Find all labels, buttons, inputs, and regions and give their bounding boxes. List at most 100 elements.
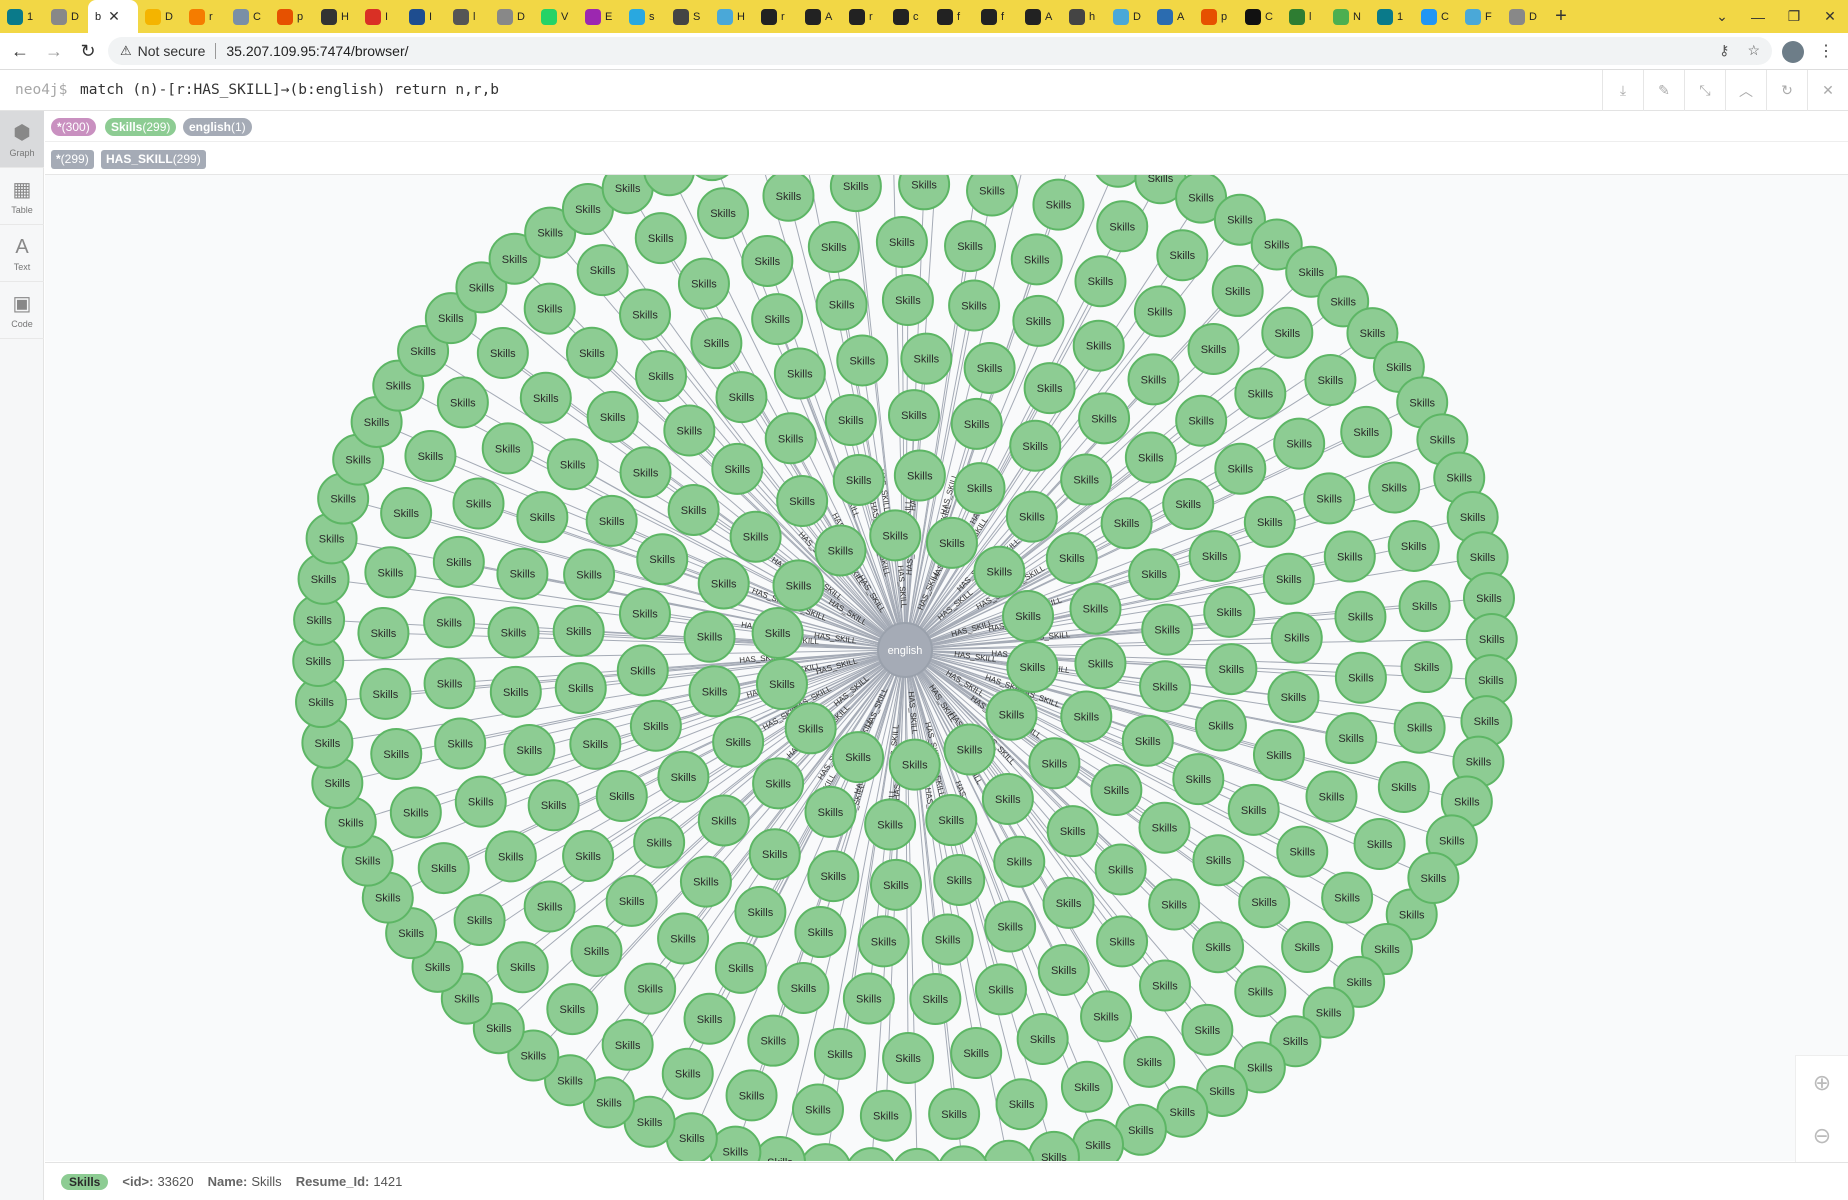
inspector-status-bar: Skills <id>: 33620 Name: Skills Resume_Id:…: [45, 1162, 1848, 1200]
browser-tab[interactable]: f: [930, 0, 974, 33]
skills-node[interactable]: [983, 1139, 1035, 1161]
sidebar-item-table[interactable]: ▦ Table: [0, 168, 44, 225]
skills-node-label: Skills: [338, 817, 364, 829]
query-editor[interactable]: neo4j$ match (n)-[r:HAS_SKILL]→(b:englis…: [0, 70, 1848, 111]
skills-node[interactable]: [846, 1147, 896, 1161]
rerun-icon[interactable]: ↻: [1766, 70, 1807, 111]
browser-tab[interactable]: r: [842, 0, 886, 33]
skills-node-label: Skills: [1241, 805, 1267, 817]
browser-tab[interactable]: A: [1150, 0, 1194, 33]
label-pill-name: Skills: [111, 120, 143, 134]
skills-node-label: Skills: [1056, 898, 1082, 910]
browser-tab[interactable]: f: [974, 0, 1018, 33]
collapse-icon[interactable]: ︿: [1725, 70, 1766, 111]
skills-node-label: Skills: [1015, 611, 1041, 623]
skills-node-label: Skills: [1266, 750, 1292, 762]
sidebar-item-graph[interactable]: ⬢ Graph: [0, 111, 44, 168]
skills-node-label: Skills: [315, 738, 341, 750]
browser-tab[interactable]: D: [1502, 0, 1546, 33]
skills-node-label: Skills: [786, 580, 812, 592]
label-pill[interactable]: *(300): [51, 118, 96, 136]
browser-tab[interactable]: A: [1018, 0, 1062, 33]
browser-tab[interactable]: l: [1282, 0, 1326, 33]
browser-tab[interactable]: C: [226, 0, 270, 33]
relationship-pill[interactable]: HAS_SKILL(299): [101, 150, 206, 169]
skills-node[interactable]: [800, 1143, 851, 1161]
skills-node[interactable]: [892, 1147, 942, 1161]
label-pill-count: (300): [61, 120, 90, 134]
browser-tab[interactable]: D: [44, 0, 88, 33]
key-icon[interactable]: ⚷: [1719, 42, 1729, 59]
fullscreen-icon[interactable]: ⤡: [1684, 70, 1725, 111]
browser-menu-icon[interactable]: ⋮: [1818, 41, 1834, 61]
browser-tab[interactable]: F: [1458, 0, 1502, 33]
new-tab-button[interactable]: +: [1546, 5, 1576, 28]
skills-node-label: Skills: [311, 574, 337, 586]
browser-tab[interactable]: l: [446, 0, 490, 33]
browser-tab[interactable]: V: [534, 0, 578, 33]
skills-node-label: Skills: [1479, 634, 1505, 646]
bookmark-star-icon[interactable]: ☆: [1747, 42, 1760, 59]
browser-tab[interactable]: C: [1414, 0, 1458, 33]
browser-tab[interactable]: c: [886, 0, 930, 33]
browser-tab[interactable]: r: [754, 0, 798, 33]
minimize-icon[interactable]: —: [1740, 9, 1776, 25]
skills-node-label: Skills: [728, 963, 754, 975]
browser-tab[interactable]: I: [402, 0, 446, 33]
tab-favicon-icon: [585, 8, 601, 25]
label-pill[interactable]: Skills(299): [105, 118, 177, 136]
browser-tab[interactable]: S: [666, 0, 710, 33]
skills-node-label: Skills: [1051, 965, 1077, 977]
label-pill[interactable]: english(1): [183, 118, 252, 136]
skills-node-label: Skills: [964, 419, 990, 431]
skills-node-label: Skills: [778, 433, 804, 445]
browser-tab[interactable]: I: [358, 0, 402, 33]
close-frame-icon[interactable]: ✕: [1807, 70, 1848, 111]
skills-node-label: Skills: [895, 295, 921, 307]
selected-label-pill[interactable]: Skills: [61, 1173, 109, 1190]
browser-tab[interactable]: E: [578, 0, 622, 33]
browser-tab[interactable]: 1: [1370, 0, 1414, 33]
back-icon[interactable]: ←: [6, 41, 34, 62]
browser-tab[interactable]: A: [798, 0, 842, 33]
pin-icon[interactable]: ✎: [1643, 70, 1684, 111]
tab-favicon-icon: [497, 8, 513, 25]
tab-search-icon[interactable]: ⌄: [1704, 8, 1740, 25]
url-input[interactable]: ⚠ Not secure 35.207.109.95:7474/browser/…: [108, 37, 1772, 65]
skills-node-label: Skills: [486, 1023, 512, 1035]
skills-node[interactable]: [938, 1145, 988, 1161]
relationship-pill[interactable]: *(299): [51, 150, 94, 169]
close-window-icon[interactable]: ✕: [1812, 8, 1848, 25]
graph-visualization[interactable]: HAS_SKILLHAS_SKILLHAS_SKILLHAS_SKILLHAS_…: [45, 175, 1848, 1161]
browser-tab[interactable]: D: [1106, 0, 1150, 33]
browser-tab[interactable]: p: [270, 0, 314, 33]
reload-icon[interactable]: ↻: [74, 41, 102, 62]
forward-icon[interactable]: →: [40, 41, 68, 62]
url-separator: [215, 43, 217, 59]
browser-tab[interactable]: s: [622, 0, 666, 33]
profile-avatar[interactable]: [1782, 41, 1804, 63]
query-text[interactable]: match (n)-[r:HAS_SKILL]→(b:english) retu…: [80, 82, 499, 98]
browser-tab[interactable]: r: [182, 0, 226, 33]
browser-tab[interactable]: b ✕: [88, 0, 138, 33]
download-icon[interactable]: ⤓: [1602, 70, 1643, 111]
browser-tab[interactable]: N: [1326, 0, 1370, 33]
restore-icon[interactable]: ❐: [1776, 8, 1812, 25]
sidebar-item-text[interactable]: A Text: [0, 225, 44, 282]
skills-node-label: Skills: [398, 928, 424, 940]
browser-tab[interactable]: D: [138, 0, 182, 33]
sidebar-item-code[interactable]: ▣ Code: [0, 282, 44, 339]
browser-tab[interactable]: H: [710, 0, 754, 33]
browser-tab[interactable]: H: [314, 0, 358, 33]
skills-node-label: Skills: [1152, 823, 1178, 835]
skills-node-label: Skills: [373, 689, 399, 701]
browser-tab[interactable]: 1: [0, 0, 44, 33]
browser-tab[interactable]: C: [1238, 0, 1282, 33]
browser-tab[interactable]: h: [1062, 0, 1106, 33]
zoom-in-icon[interactable]: ⊕: [1796, 1056, 1848, 1109]
close-tab-icon[interactable]: ✕: [108, 8, 120, 25]
browser-tab[interactable]: D: [490, 0, 534, 33]
graph-canvas[interactable]: HAS_SKILL HAS_SKILL HAS_SKILL HAS_SKILL HAS_…: [45, 175, 1848, 1161]
zoom-out-icon[interactable]: ⊖: [1796, 1109, 1848, 1162]
browser-tab[interactable]: p: [1194, 0, 1238, 33]
